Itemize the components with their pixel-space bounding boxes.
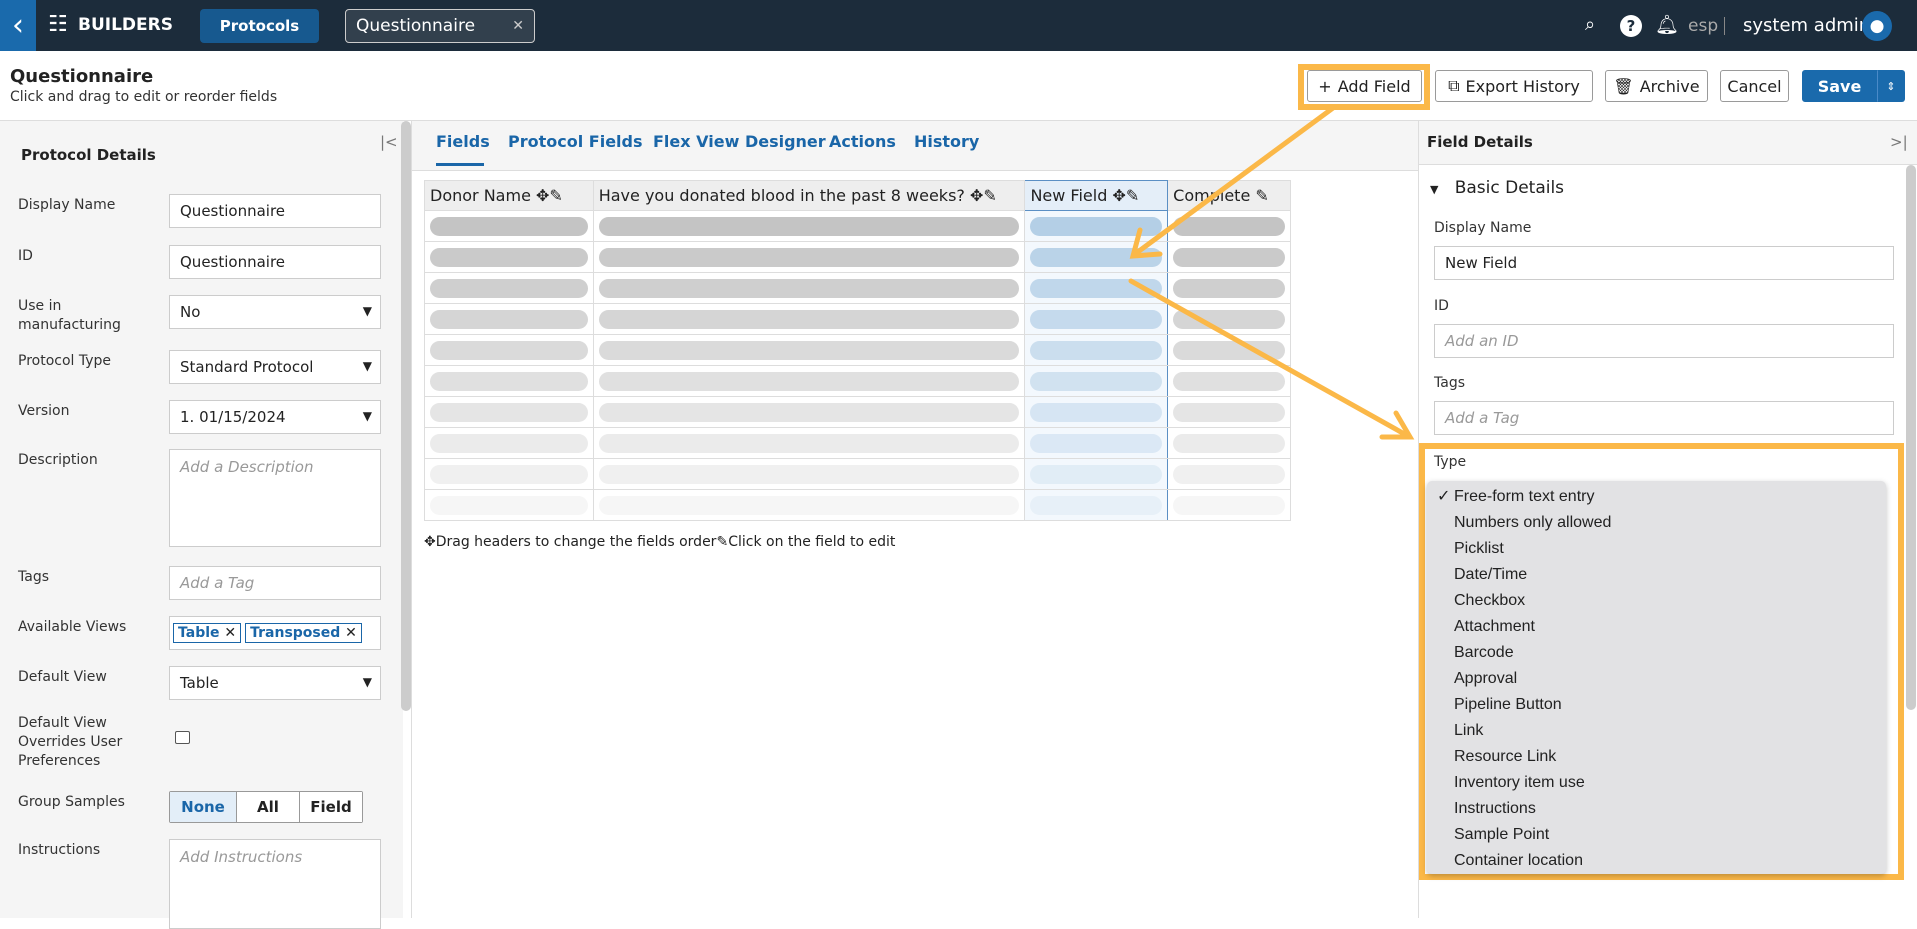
annotation-arrows	[1128, 105, 1415, 440]
arrow-to-type	[1128, 278, 1411, 439]
arrow-to-column	[1132, 105, 1336, 257]
